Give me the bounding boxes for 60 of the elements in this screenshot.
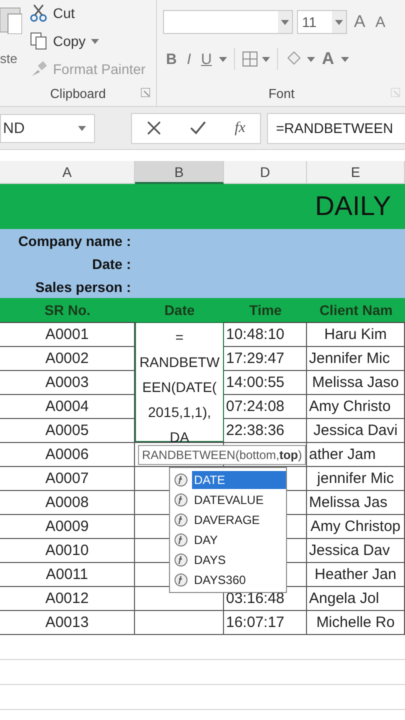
formula-text: EEN(DATE( (142, 378, 217, 397)
insert-function-button[interactable]: fx (234, 120, 246, 136)
suggestion-item[interactable]: DAYS360 (170, 570, 286, 590)
cut-button[interactable]: Cut (28, 2, 148, 24)
group-label: Font (268, 86, 294, 100)
table-cell: Michelle Ro (307, 611, 405, 635)
table-cell: Jessica Dav (307, 539, 405, 563)
table-cell: A0011 (0, 563, 135, 587)
table-cell: Haru Kim (307, 323, 405, 347)
table-cell: Amy Christop (307, 515, 405, 539)
formula-text: = (175, 328, 184, 347)
group-label: Clipboard (50, 86, 106, 100)
font-color-button[interactable]: A (318, 49, 338, 69)
formula-text: RANDBETW (139, 353, 220, 372)
table-cell: A0006 (0, 443, 135, 467)
table-cell: ather Jam (307, 443, 405, 467)
header-cell: Client Nam (307, 298, 405, 323)
table-cell: 16:07:17 (224, 611, 307, 635)
table-cell: A0008 (0, 491, 135, 515)
bold-button[interactable]: B (163, 50, 180, 68)
table-cell: Amy Christo (307, 395, 405, 419)
column-header[interactable]: B (135, 161, 224, 184)
info-label: Sales person : (34, 278, 131, 294)
copy-button[interactable]: Copy (28, 30, 148, 52)
table-cell: A0010 (0, 539, 135, 563)
formula-text: 2015,1,1), (148, 403, 212, 422)
grow-font-button[interactable]: A (351, 12, 368, 32)
column-header[interactable]: D (224, 161, 307, 184)
table-cell: A0013 (0, 611, 135, 635)
table-cell: Angela Jol (307, 587, 405, 611)
suggestion-item[interactable]: DAYS (170, 550, 286, 570)
table-cell: A0007 (0, 467, 135, 491)
table-cell: Jessica Davi (307, 419, 405, 443)
column-header[interactable]: A (0, 161, 135, 184)
header-cell: SR No. (0, 298, 135, 323)
shrink-font-button[interactable]: A (372, 14, 388, 30)
suggestion-item[interactable]: DATEVALUE (170, 490, 286, 510)
cell-editor[interactable]: = RANDBETW EEN(DATE( 2015,1,1), DA (135, 322, 224, 442)
header-cell: Time (224, 298, 307, 323)
table-cell: Jennifer Mic (307, 347, 405, 371)
info-label: Date : (91, 256, 131, 272)
italic-button[interactable]: I (184, 50, 194, 68)
suggestion-item[interactable]: DAVERAGE (170, 510, 286, 530)
table-cell: Melissa Jas (307, 491, 405, 515)
function-tooltip: RANDBETWEEN(bottom,top) (138, 445, 306, 465)
name-box[interactable]: ND (0, 114, 95, 142)
header-cell: Date (135, 298, 224, 323)
underline-button[interactable]: U (198, 50, 215, 68)
paste-label[interactable]: ste (0, 51, 24, 66)
table-cell: A0009 (0, 515, 135, 539)
info-label: Company name : (17, 232, 131, 248)
formula-field[interactable]: =RANDBETWEEN (267, 112, 405, 144)
suggestion-item[interactable]: DAY (170, 530, 286, 550)
table-cell: Heather Jan (307, 563, 405, 587)
table-cell: Melissa Jaso (307, 371, 405, 395)
table-cell: jennifer Mic (307, 467, 405, 491)
font-size-field[interactable]: 11 (297, 10, 347, 34)
sheet-title: DAILY (314, 191, 391, 222)
column-header[interactable]: E (307, 161, 405, 184)
table-cell: A0012 (0, 587, 135, 611)
